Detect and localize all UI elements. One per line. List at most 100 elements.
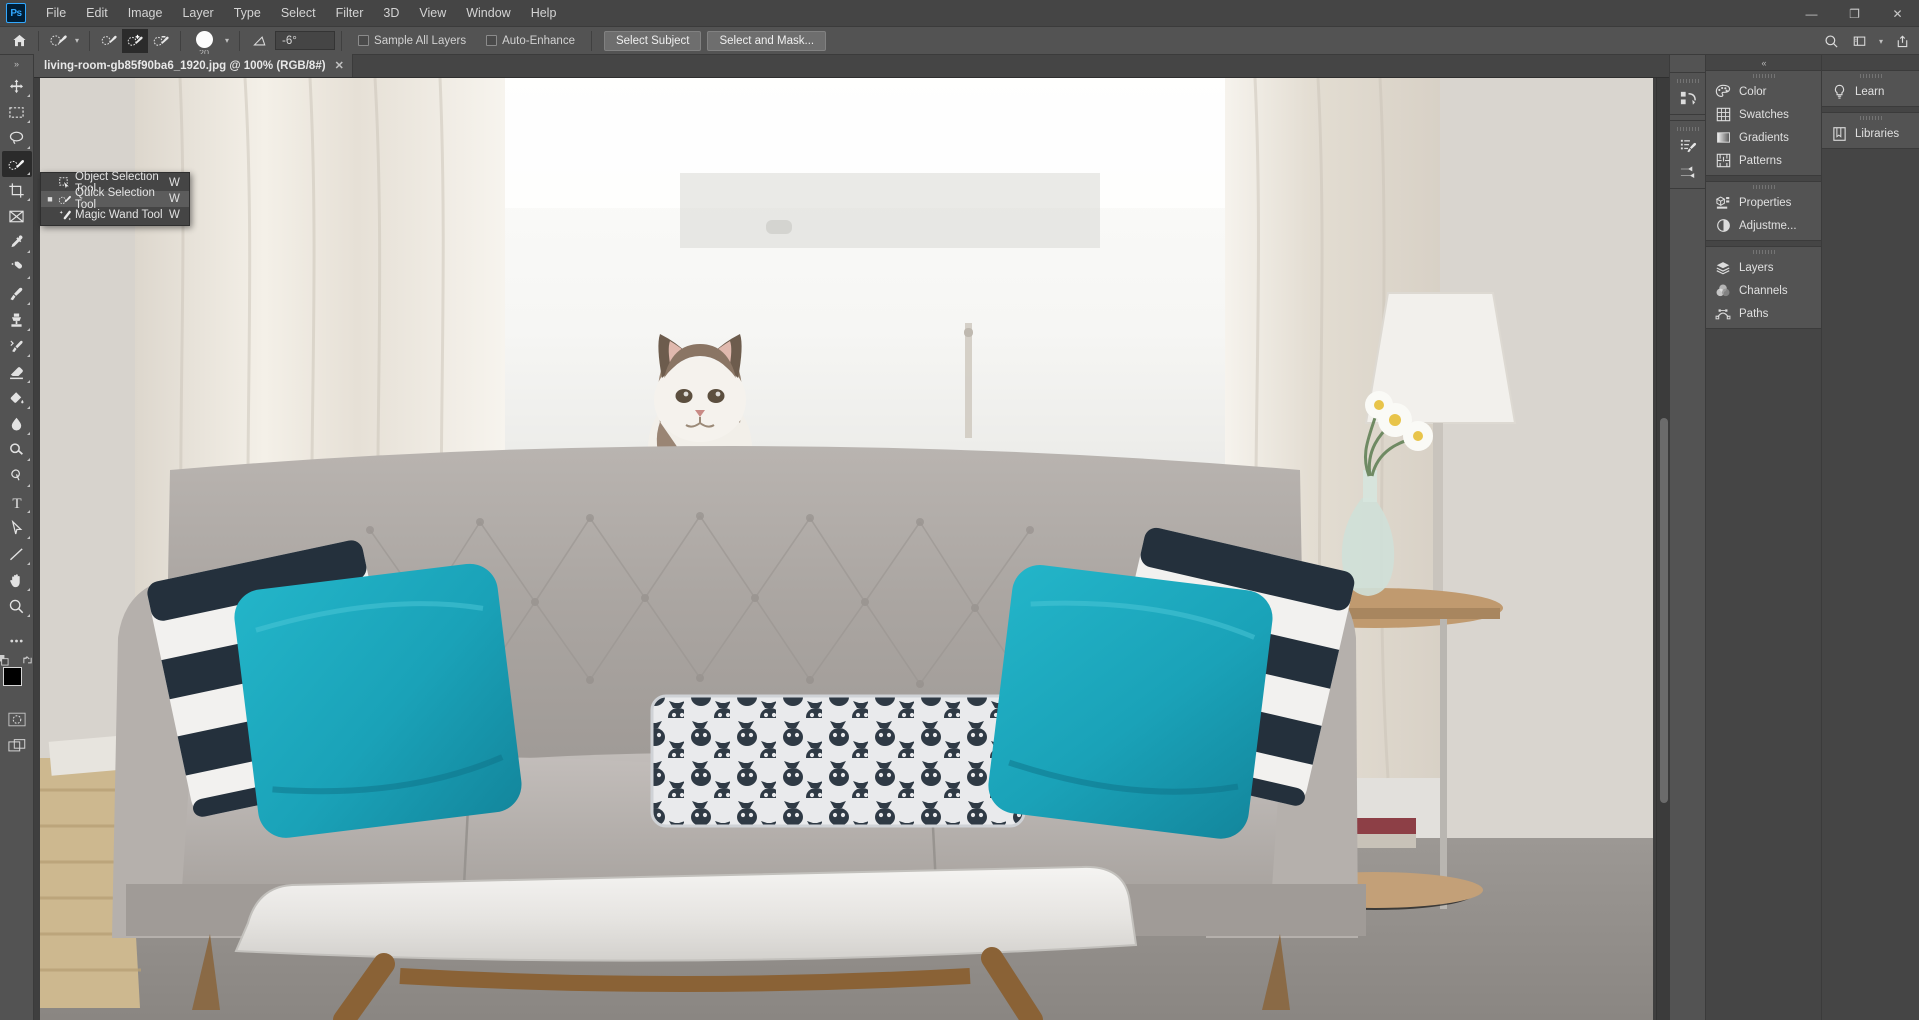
layers-panel-group: Layers Channels Paths [1706, 246, 1821, 329]
tool-quick-selection[interactable] [1, 151, 32, 177]
tool-path-selection[interactable] [2, 515, 32, 541]
tool-brush[interactable] [2, 281, 32, 307]
foreground-color-swatch[interactable] [2, 667, 22, 686]
menu-type[interactable]: Type [224, 2, 271, 24]
menu-image[interactable]: Image [118, 2, 173, 24]
tool-crop[interactable] [2, 177, 32, 203]
menu-file[interactable]: File [36, 2, 76, 24]
history-panel-icon[interactable] [1670, 85, 1706, 111]
tool-move[interactable] [2, 73, 32, 99]
close-document-icon[interactable]: ✕ [335, 59, 344, 72]
panel-tab-layers[interactable]: Layers [1706, 256, 1821, 279]
panel-tab-gradients[interactable]: Gradients [1706, 126, 1821, 149]
panel-grip[interactable] [1822, 71, 1919, 80]
flyout-item-quick-selection-tool[interactable]: ■ Quick Selection Tool W [41, 187, 189, 211]
sample-all-layers-label: Sample All Layers [374, 34, 467, 47]
tool-flyout-indicator [26, 302, 30, 305]
mode-new-selection-button[interactable] [96, 29, 122, 53]
edit-toolbar-ellipsis-icon[interactable] [2, 628, 32, 654]
mode-subtract-from-selection-button[interactable] [148, 29, 174, 53]
tool-hand[interactable] [2, 567, 32, 593]
gradient-icon [1715, 130, 1731, 146]
panel-grip[interactable] [1822, 113, 1919, 122]
panel-grip[interactable] [1670, 124, 1705, 133]
share-icon[interactable] [1889, 29, 1915, 53]
collapse-panels-button[interactable]: « [1706, 55, 1821, 70]
flyout-shortcut: W [169, 209, 180, 221]
select-and-mask-button[interactable]: Select and Mask... [707, 30, 827, 51]
panel-tab-swatches[interactable]: Swatches [1706, 103, 1821, 126]
quick-mask-icon[interactable] [2, 706, 32, 732]
tool-dodge[interactable] [2, 437, 32, 463]
flyout-item-magic-wand-tool[interactable]: Magic Wand Tool W [41, 207, 189, 223]
panel-tab-paths[interactable]: Paths [1706, 302, 1821, 325]
chevron-down-icon[interactable]: ▾ [1875, 37, 1887, 46]
menu-select[interactable]: Select [271, 2, 326, 24]
document-image[interactable] [40, 78, 1653, 1020]
panel-grip[interactable] [1706, 182, 1821, 191]
auto-enhance-checkbox[interactable]: Auto-Enhance [476, 35, 585, 47]
tool-spot-healing-brush[interactable] [2, 255, 32, 281]
tool-line-shape[interactable] [2, 541, 32, 567]
brushes-panel-icon[interactable] [1670, 159, 1706, 185]
menu-edit[interactable]: Edit [76, 2, 118, 24]
panel-tab-color[interactable]: Color [1706, 80, 1821, 103]
angle-input[interactable]: -6° [275, 31, 336, 50]
menu-help[interactable]: Help [521, 2, 567, 24]
panel-column-left: « Color Swatches Gradients Patterns Prop… [1705, 55, 1821, 1020]
search-icon[interactable] [1819, 29, 1845, 53]
tool-eraser[interactable] [2, 359, 32, 385]
tool-clone-stamp[interactable] [2, 307, 32, 333]
panel-grip[interactable] [1706, 71, 1821, 80]
workspace-icon[interactable] [1847, 29, 1873, 53]
minimize-button[interactable]: — [1790, 0, 1833, 27]
panel-grip[interactable] [1706, 247, 1821, 256]
sample-all-layers-checkbox[interactable]: Sample All Layers [348, 35, 476, 47]
tool-paint-bucket[interactable] [2, 385, 32, 411]
collapse-panels-button-right[interactable] [1822, 55, 1919, 70]
tool-pen[interactable] [2, 463, 32, 489]
brush-size-picker[interactable]: 20 [187, 28, 221, 57]
color-swatches[interactable] [0, 655, 32, 697]
tool-zoom[interactable] [2, 593, 32, 619]
mode-add-to-selection-button[interactable] [122, 28, 149, 53]
tool-preset-caret-icon[interactable]: ▾ [71, 36, 83, 45]
menu-window[interactable]: Window [456, 2, 520, 24]
brush-settings-icon[interactable] [1670, 133, 1706, 159]
swap-colors-icon[interactable] [22, 655, 33, 669]
home-icon[interactable] [6, 29, 32, 53]
close-button[interactable]: ✕ [1876, 0, 1919, 27]
menu-filter[interactable]: Filter [326, 2, 374, 24]
brush-caret-icon[interactable]: ▾ [221, 36, 233, 45]
panel-tab-channels[interactable]: Channels [1706, 279, 1821, 302]
screen-mode-icon[interactable] [2, 732, 32, 758]
panel-tab-libraries[interactable]: Libraries [1822, 122, 1919, 145]
tool-horizontal-type[interactable]: T [2, 489, 32, 515]
restore-button[interactable]: ❐ [1833, 0, 1876, 27]
tool-lasso[interactable] [2, 125, 32, 151]
tool-frame[interactable] [2, 203, 32, 229]
tool-history-brush[interactable] [2, 333, 32, 359]
tool-rectangular-marquee[interactable] [2, 99, 32, 125]
menu-layer[interactable]: Layer [172, 2, 223, 24]
panel-tab-learn[interactable]: Learn [1822, 80, 1919, 103]
menu-3d[interactable]: 3D [373, 2, 409, 24]
scrollbar-thumb[interactable] [1660, 418, 1668, 803]
document-tab[interactable]: living-room-gb85f90ba6_1920.jpg @ 100% (… [34, 54, 353, 77]
tool-preset-picker[interactable] [45, 29, 71, 53]
options-bar-right-icons: ▾ [1819, 27, 1915, 55]
tool-eyedropper[interactable] [2, 229, 32, 255]
divider [239, 30, 241, 51]
panel-tab-properties[interactable]: Properties [1706, 191, 1821, 214]
select-subject-button[interactable]: Select Subject [603, 30, 702, 51]
panel-tab-patterns[interactable]: Patterns [1706, 149, 1821, 172]
canvas-vertical-scrollbar[interactable] [1656, 78, 1669, 1020]
menu-view[interactable]: View [409, 2, 456, 24]
tool-flyout-indicator [26, 536, 30, 539]
canvas-area[interactable] [34, 78, 1669, 1020]
photoshop-logo-icon: Ps [6, 3, 26, 23]
panel-grip[interactable] [1670, 76, 1705, 85]
toolbar-collapse-button[interactable]: » [0, 55, 34, 73]
tool-blur[interactable] [2, 411, 32, 437]
panel-tab-adjustments[interactable]: Adjustme... [1706, 214, 1821, 237]
